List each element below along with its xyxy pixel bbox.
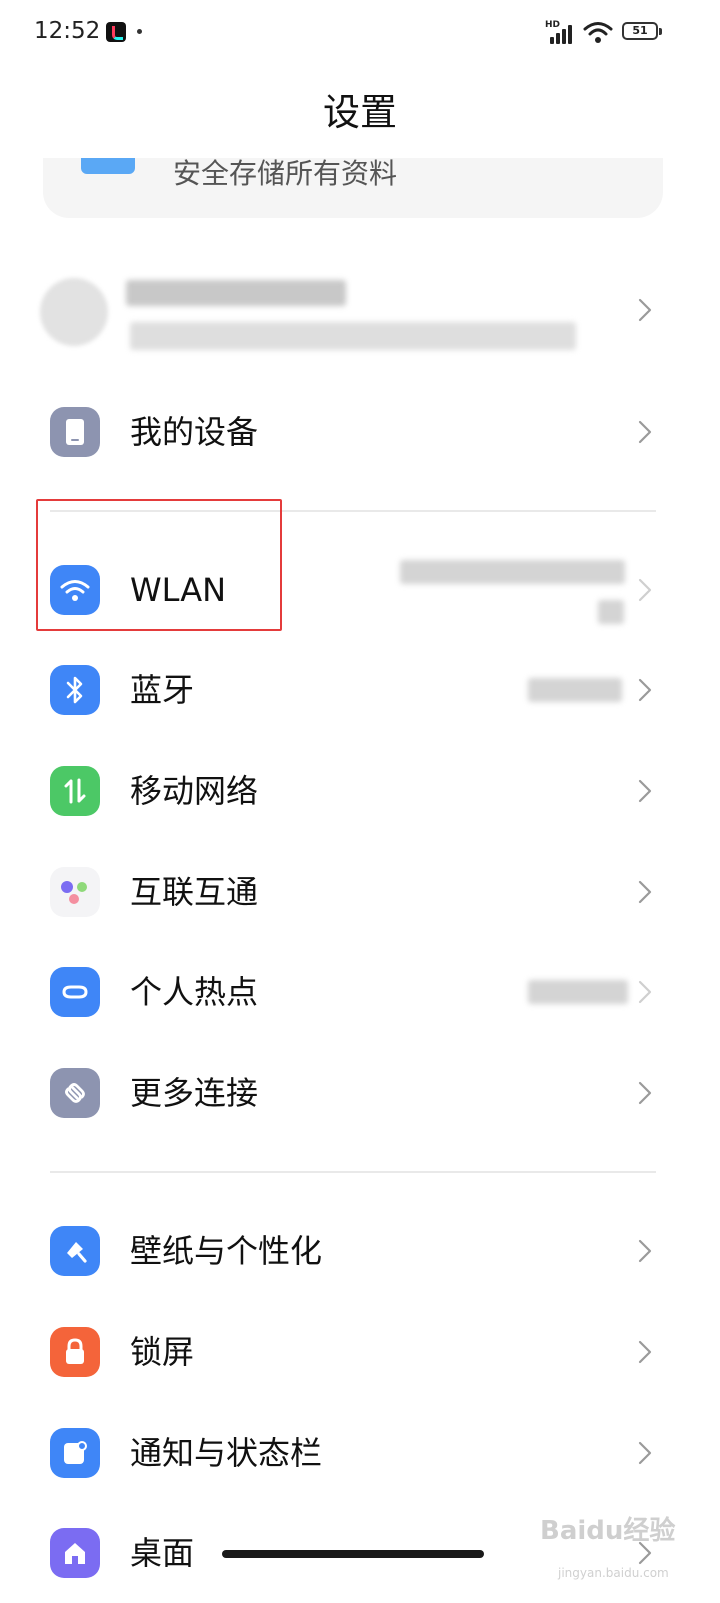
settings-item-label: 锁屏 — [130, 1333, 195, 1371]
settings-item-interconnect[interactable]: 互联互通 — [0, 842, 720, 942]
chevron-right-icon — [638, 1081, 652, 1105]
battery-icon: 51 — [622, 22, 662, 40]
settings-item-label: 壁纸与个性化 — [130, 1232, 323, 1270]
battery-level: 51 — [632, 24, 648, 37]
cellular-signal-icon — [548, 22, 574, 44]
settings-item-label: 更多连接 — [130, 1074, 259, 1112]
baidu-watermark-url: jingyan.baidu.com — [558, 1566, 669, 1580]
settings-item-label: 互联互通 — [130, 873, 259, 911]
account-name-redacted — [126, 280, 346, 306]
settings-item-hotspot[interactable]: 个人热点 — [0, 942, 720, 1042]
settings-item-label: 蓝牙 — [130, 671, 195, 709]
avatar — [40, 278, 108, 346]
baidu-watermark: Baidu经验 — [540, 1516, 676, 1546]
home-icon — [50, 1528, 100, 1578]
chevron-right-icon — [638, 420, 652, 444]
settings-item-label: 桌面 — [130, 1534, 195, 1572]
bluetooth-icon — [50, 665, 100, 715]
chevron-right-icon — [638, 1340, 652, 1364]
chevron-right-icon — [638, 298, 652, 322]
settings-item-notifications[interactable]: 通知与状态栏 — [0, 1403, 720, 1503]
phone-icon — [50, 407, 100, 457]
settings-item-more-connections[interactable]: 更多连接 — [0, 1043, 720, 1143]
settings-item-label: 个人热点 — [130, 973, 259, 1011]
chevron-right-icon — [638, 678, 652, 702]
mobile-data-icon — [50, 766, 100, 816]
account-row[interactable] — [0, 260, 720, 360]
hotspot-status-redacted — [528, 980, 628, 1004]
wlan-network-name-redacted — [598, 600, 624, 624]
section-divider — [50, 1171, 656, 1173]
wifi-status-icon — [583, 22, 613, 43]
home-indicator[interactable] — [222, 1550, 484, 1558]
tiktok-notification-icon — [106, 22, 126, 42]
settings-item-wallpaper[interactable]: 壁纸与个性化 — [0, 1201, 720, 1301]
wlan-network-name-redacted — [400, 560, 625, 584]
paint-brush-icon — [50, 1226, 100, 1276]
chevron-right-icon — [638, 1239, 652, 1263]
more-notifications-dot-icon — [137, 29, 142, 34]
chevron-right-icon — [638, 1441, 652, 1465]
settings-item-label: 通知与状态栏 — [130, 1434, 323, 1472]
notification-icon — [50, 1428, 100, 1478]
cloud-service-card[interactable]: 安全存储所有资料 — [43, 158, 663, 218]
status-time: 12:52 — [34, 18, 101, 44]
highlight-annotation-box — [36, 499, 282, 631]
cloud-icon — [81, 158, 135, 174]
page-title: 设置 — [323, 91, 397, 134]
chevron-right-icon — [638, 779, 652, 803]
link-icon — [50, 1068, 100, 1118]
settings-item-my-device[interactable]: 我的设备 — [0, 382, 720, 482]
settings-item-label: 移动网络 — [130, 772, 259, 810]
lock-icon — [50, 1327, 100, 1377]
chevron-right-icon — [638, 578, 652, 602]
hotspot-icon — [50, 967, 100, 1017]
settings-item-bluetooth[interactable]: 蓝牙 — [0, 640, 720, 740]
settings-item-label: 我的设备 — [130, 413, 259, 451]
status-bar: 12:52 HD 51 — [0, 0, 720, 66]
chevron-right-icon — [638, 980, 652, 1004]
account-desc-redacted — [130, 322, 576, 350]
settings-item-mobile-network[interactable]: 移动网络 — [0, 741, 720, 841]
chevron-right-icon — [638, 880, 652, 904]
interconnect-icon — [50, 867, 100, 917]
settings-item-lock-screen[interactable]: 锁屏 — [0, 1302, 720, 1402]
bluetooth-status-redacted — [528, 678, 622, 702]
cloud-subtitle: 安全存储所有资料 — [173, 157, 398, 190]
